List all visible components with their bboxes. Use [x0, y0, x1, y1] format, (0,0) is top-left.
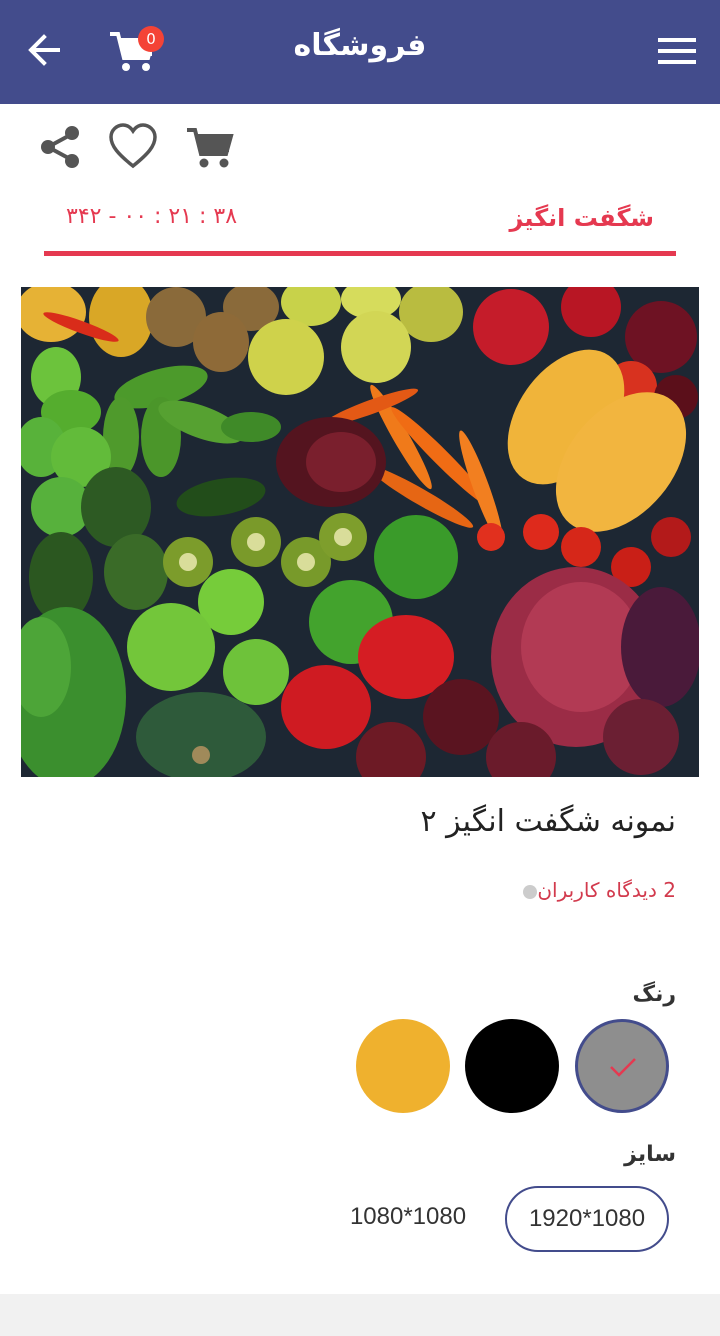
heart-icon[interactable]: [108, 122, 158, 172]
bullet-icon: [523, 884, 538, 899]
share-icon[interactable]: [36, 122, 86, 172]
add-to-cart-icon[interactable]: [184, 122, 234, 172]
countdown-timer: ۳۴۲ - ۰۰ : ۲۱ : ۳۸: [66, 204, 238, 229]
size-label: سایز: [624, 1142, 676, 1167]
reviews-link[interactable]: 2 دیدگاه کاربران: [515, 878, 676, 902]
check-icon: [610, 1058, 636, 1077]
product-card: شگفت انگیز ۳۴۲ - ۰۰ : ۲۱ : ۳۸ نمونه شگفت…: [0, 104, 720, 1294]
hamburger-menu-icon[interactable]: [658, 36, 696, 66]
color-label: رنگ: [632, 982, 676, 1007]
product-screen: 0 فروشگاه شگفت انگیز ۳۴۲ - ۰۰ : ۲۱ : ۳۸: [0, 0, 720, 1336]
color-swatch-gray[interactable]: [575, 1019, 669, 1113]
offer-divider: [44, 251, 676, 256]
app-bar: 0 فروشگاه: [0, 0, 720, 104]
size-option[interactable]: 1080*1080: [330, 1186, 486, 1252]
product-title: نمونه شگفت انگیز ۲: [420, 804, 676, 839]
reviews-text: 2 دیدگاه کاربران: [537, 878, 676, 902]
product-image[interactable]: [21, 287, 699, 777]
produce-illustration: [21, 287, 699, 777]
color-swatch-yellow[interactable]: [356, 1019, 450, 1113]
size-option-selected[interactable]: 1920*1080: [505, 1186, 669, 1252]
color-swatch-black[interactable]: [465, 1019, 559, 1113]
special-offer-label: شگفت انگیز: [509, 204, 654, 232]
app-title: فروشگاه: [293, 28, 427, 63]
